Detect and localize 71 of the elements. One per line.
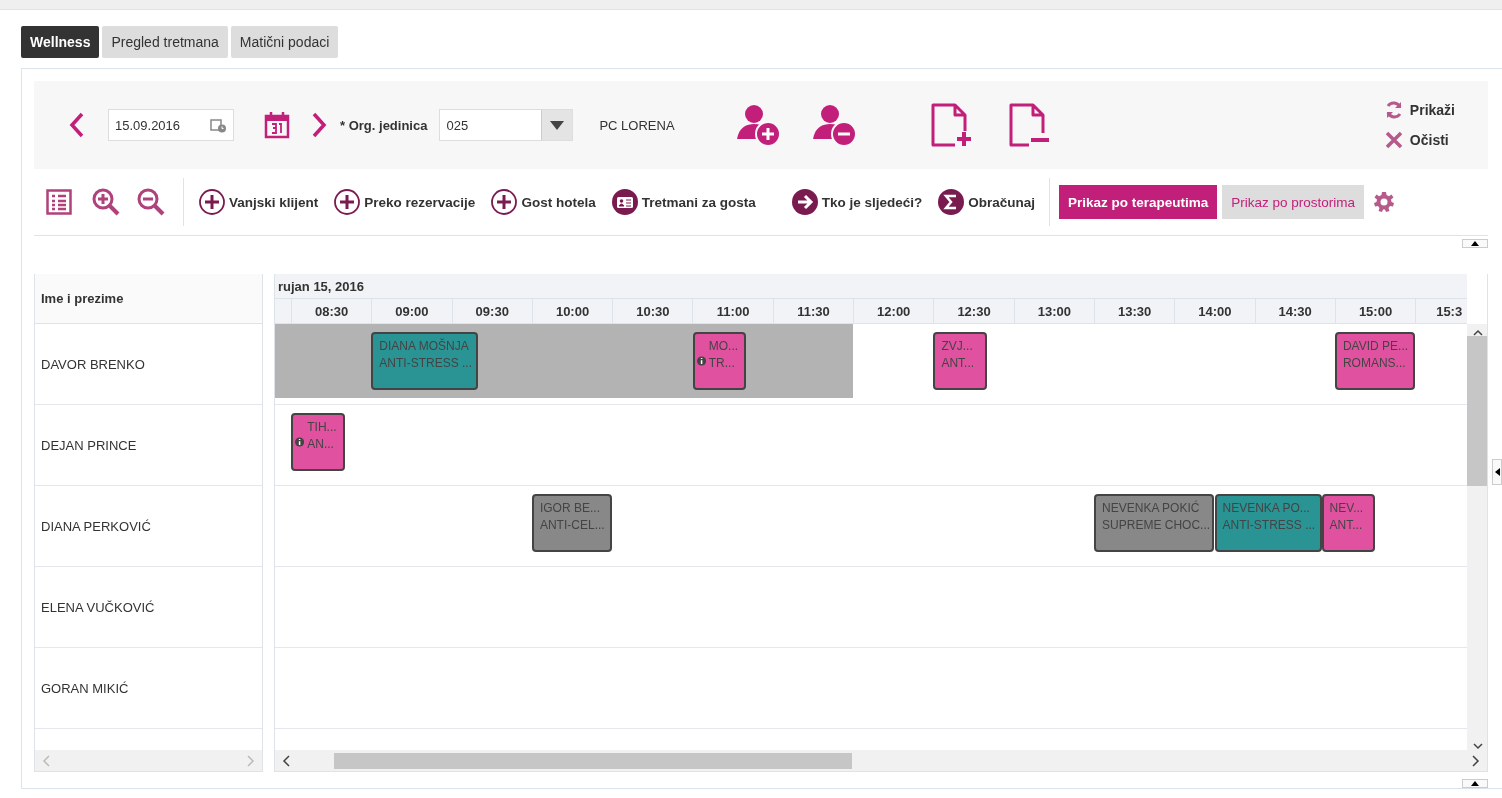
time-slot-header: 08:30 xyxy=(291,299,372,323)
time-slot-header: 15:00 xyxy=(1334,299,1416,323)
plus-circle-icon xyxy=(334,189,361,215)
toolbar-button[interactable]: Tko je sljedeći? xyxy=(791,189,923,215)
close-icon xyxy=(1383,130,1404,150)
info-icon xyxy=(295,436,305,448)
time-slot-header: 09:30 xyxy=(451,299,532,323)
toolbar-button[interactable]: Vanjski klijent xyxy=(199,189,319,215)
date-header: rujan 15, 2016 xyxy=(275,274,1467,298)
view-toggle-button[interactable]: Prikaz po terapeutima xyxy=(1059,185,1218,219)
arrow-right-circle-icon xyxy=(791,189,818,215)
therapist-name: DAVOR BRENKO xyxy=(35,324,262,405)
caret-up-icon xyxy=(1471,241,1479,246)
sigma-icon xyxy=(938,189,965,215)
settings-icon[interactable] xyxy=(1374,192,1395,212)
scroll-right-icon[interactable] xyxy=(1470,754,1481,767)
table-view-icon[interactable] xyxy=(46,189,72,215)
time-slot-header: 10:00 xyxy=(531,299,613,323)
calendar-icon[interactable] xyxy=(264,111,290,139)
toolbar-button[interactable]: Preko rezervacije xyxy=(334,189,476,215)
zoom-out-icon[interactable] xyxy=(137,188,165,216)
new-document-icon[interactable] xyxy=(930,103,973,147)
horizontal-scrollbar[interactable] xyxy=(275,750,1487,771)
time-slot-header: 14:30 xyxy=(1254,299,1335,323)
info-icon xyxy=(696,355,706,367)
therapist-name: GORAN MIKIĆ xyxy=(35,648,262,729)
next-day-button[interactable] xyxy=(310,112,328,138)
remove-document-icon[interactable] xyxy=(1008,103,1051,147)
add-user-icon[interactable] xyxy=(736,103,781,147)
side-collapse-button[interactable] xyxy=(1492,459,1502,485)
scroll-left-icon[interactable] xyxy=(281,754,292,767)
time-slot-header: 11:00 xyxy=(692,299,773,323)
time-slot-header: 09:00 xyxy=(371,299,452,323)
org-unit-name: PC LORENA xyxy=(599,117,675,133)
time-slot-header: 12:00 xyxy=(853,299,934,323)
time-slot-header: 10:30 xyxy=(612,299,693,323)
date-field[interactable]: 15.09.2016 xyxy=(108,109,234,141)
tab[interactable]: Matični podaci xyxy=(230,26,339,58)
column-header: Ime i prezime xyxy=(35,274,262,324)
time-slot-header: 12:30 xyxy=(933,299,1014,323)
collapse-up-button[interactable] xyxy=(1462,239,1488,248)
therapist-name: ELENA VUČKOVIĆ xyxy=(35,567,262,648)
vertical-scrollbar[interactable] xyxy=(1467,324,1487,750)
dropdown-arrow-icon xyxy=(550,120,565,130)
view-toggle-button[interactable]: Prikaz po prostorima xyxy=(1222,185,1365,219)
time-slot-header: 15:3 xyxy=(1415,299,1467,323)
remove-user-icon[interactable] xyxy=(812,103,857,147)
plus-circle-icon xyxy=(199,189,225,215)
therapist-name: DEJAN PRINCE xyxy=(35,405,262,486)
caret-left-icon xyxy=(1494,468,1500,476)
toolbar-button[interactable]: Obračunaj xyxy=(938,189,1036,215)
toolbar-button[interactable]: Gost hotela xyxy=(491,189,596,215)
org-unit-label: * Org. jedinica xyxy=(340,117,428,133)
collapse-up-button[interactable] xyxy=(1462,779,1488,788)
caret-up-icon xyxy=(1471,781,1479,786)
clear-button[interactable]: Očisti xyxy=(1383,130,1455,150)
toolbar-button[interactable]: Tretmani za gosta xyxy=(611,189,756,215)
time-slot-header: 14:00 xyxy=(1174,299,1255,323)
time-slot-header: 11:30 xyxy=(772,299,854,323)
org-unit-select[interactable]: 025 xyxy=(439,109,574,141)
show-button[interactable]: Prikaži xyxy=(1383,100,1455,120)
plus-circle-icon xyxy=(491,189,518,215)
previous-day-button[interactable] xyxy=(68,112,86,138)
tab[interactable]: Wellness xyxy=(21,26,100,58)
time-slot-header: 13:30 xyxy=(1093,299,1175,323)
tab[interactable]: Pregled tretmana xyxy=(102,26,228,58)
zoom-in-icon[interactable] xyxy=(92,188,120,216)
therapist-name: DIANA PERKOVIĆ xyxy=(35,486,262,567)
time-slot-header: 13:00 xyxy=(1013,299,1094,323)
id-card-icon xyxy=(611,189,638,215)
calendar-clock-icon xyxy=(210,117,227,133)
